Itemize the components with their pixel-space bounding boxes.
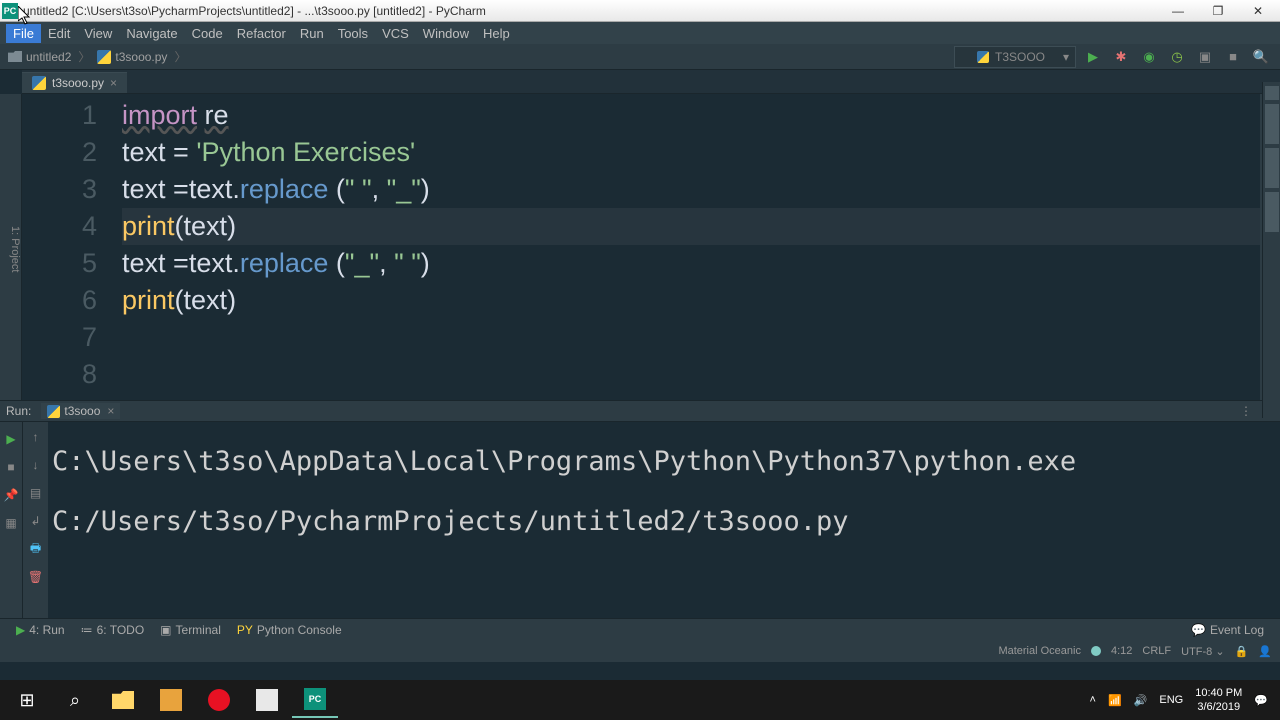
pycharm-icon[interactable]: PC [292, 682, 338, 718]
menu-view[interactable]: View [77, 24, 119, 43]
theme-indicator [1091, 646, 1101, 656]
bottom-tool-bar: ▶4: Run ≔6: TODO ▣Terminal PYPython Cons… [0, 618, 1280, 640]
debug-button[interactable]: ✱ [1110, 46, 1132, 68]
line-separator[interactable]: CRLF [1142, 645, 1171, 657]
run-toolbar-2: ↑ ↓ ▤ ↲ 🖶 🗑 [22, 422, 48, 618]
down-icon[interactable]: ↓ [27, 456, 45, 474]
profile-button[interactable]: ◷ [1166, 46, 1188, 68]
up-icon[interactable]: ↑ [27, 428, 45, 446]
volume-icon[interactable]: 🔊 [1134, 694, 1148, 707]
sublime-icon[interactable] [148, 682, 194, 718]
tray-chevron-icon[interactable]: ˄ [1090, 694, 1096, 706]
bottom-python-console[interactable]: PYPython Console [229, 623, 350, 637]
menu-bar: File Edit View Navigate Code Refactor Ru… [0, 22, 1280, 44]
python-file-icon [97, 50, 111, 64]
breadcrumb-project[interactable]: untitled2 [26, 50, 71, 64]
code-editor[interactable]: 12345678 import retext = 'Python Exercis… [22, 94, 1280, 400]
python-icon [47, 405, 60, 418]
window-title: untitled2 [C:\Users\t3so\PycharmProjects… [23, 4, 1158, 18]
opera-icon[interactable] [196, 682, 242, 718]
right-tool-stripe [1262, 82, 1280, 418]
theme-name[interactable]: Material Oceanic [998, 645, 1081, 657]
run-config-name: T3SOOO [995, 50, 1045, 64]
chevron-icon: 〉 [78, 48, 90, 65]
coverage-button[interactable]: ◉ [1138, 46, 1160, 68]
editor-tabs: t3sooo.py × [22, 70, 1280, 94]
file-encoding[interactable]: UTF-8 ⌄ [1181, 645, 1224, 658]
run-tool-header: Run: t3sooo × ⋮ — [0, 400, 1280, 422]
layout-button[interactable]: ▦ [2, 514, 20, 532]
editor-tab[interactable]: t3sooo.py × [22, 72, 127, 93]
title-bar: PC untitled2 [C:\Users\t3so\PycharmProje… [0, 0, 1280, 22]
tool-icon[interactable] [1265, 192, 1279, 232]
bottom-todo[interactable]: ≔6: TODO [73, 623, 153, 637]
project-tool-stripe[interactable]: 1: Project [0, 94, 22, 400]
tab-close-icon[interactable]: × [110, 76, 117, 90]
navigation-bar: untitled2 〉 t3sooo.py 〉 T3SOOO ▶ ✱ ◉ ◷ ▣… [0, 44, 1280, 70]
python-icon [977, 51, 989, 63]
event-log[interactable]: 💬Event Log [1183, 623, 1272, 637]
menu-file[interactable]: File [6, 24, 41, 43]
menu-navigate[interactable]: Navigate [119, 24, 184, 43]
tool-icon[interactable] [1265, 148, 1279, 188]
rerun-button[interactable]: ▶ [2, 430, 20, 448]
tool-icon[interactable] [1265, 104, 1279, 144]
run-toolbar-left: ▶ ■ 📌 ▦ [0, 422, 22, 618]
wifi-icon[interactable]: 📶 [1108, 694, 1122, 707]
breadcrumb-file[interactable]: t3sooo.py [115, 50, 167, 64]
menu-edit[interactable]: Edit [41, 24, 77, 43]
notifications-icon[interactable]: 💬 [1254, 694, 1268, 707]
python-file-icon [32, 76, 46, 90]
pin-button[interactable]: 📌 [2, 486, 20, 504]
close-button[interactable]: ✕ [1238, 4, 1278, 18]
console-output[interactable]: C:\Users\t3so\AppData\Local\Programs\Pyt… [48, 422, 1280, 618]
stop-button[interactable]: ■ [2, 458, 20, 476]
file-explorer-icon[interactable] [100, 682, 146, 718]
tool-icon[interactable] [1265, 86, 1279, 100]
menu-window[interactable]: Window [416, 24, 476, 43]
run-label: Run: [6, 404, 31, 418]
menu-help[interactable]: Help [476, 24, 517, 43]
line-gutter: 12345678 [22, 94, 122, 400]
menu-tools[interactable]: Tools [331, 24, 375, 43]
system-tray[interactable]: ˄ 📶 🔊 ENG 10:40 PM3/6/2019 💬 [1090, 686, 1276, 714]
folder-icon [8, 51, 22, 62]
status-bar: Material Oceanic 4:12 CRLF UTF-8 ⌄ 🔒 👤 [0, 640, 1280, 662]
windows-taskbar: ⊞ ⌕ PC ˄ 📶 🔊 ENG 10:40 PM3/6/2019 💬 [0, 680, 1280, 720]
clear-button[interactable]: 🗑 [27, 568, 45, 586]
print-button[interactable]: 🖶 [27, 540, 45, 558]
breadcrumb: untitled2 〉 t3sooo.py 〉 [8, 48, 189, 65]
run-tab[interactable]: t3sooo × [41, 403, 120, 419]
start-button[interactable]: ⊞ [4, 682, 50, 718]
app-icon: PC [2, 3, 18, 19]
filter-button[interactable]: ▤ [27, 484, 45, 502]
run-config-selector[interactable]: T3SOOO [954, 46, 1076, 68]
chevron-icon: 〉 [174, 48, 186, 65]
search-button[interactable]: ⌕ [52, 682, 98, 718]
code-area[interactable]: import retext = 'Python Exercises'text =… [122, 94, 1260, 400]
tab-close-icon[interactable]: × [107, 404, 114, 418]
menu-vcs[interactable]: VCS [375, 24, 416, 43]
cursor-position[interactable]: 4:12 [1111, 645, 1132, 657]
menu-code[interactable]: Code [185, 24, 230, 43]
run-settings-icon[interactable]: ⋮ [1240, 404, 1252, 418]
clock[interactable]: 10:40 PM3/6/2019 [1195, 686, 1242, 714]
run-button[interactable]: ▶ [1082, 46, 1104, 68]
maximize-button[interactable]: ❐ [1198, 4, 1238, 18]
language-indicator[interactable]: ENG [1159, 694, 1183, 706]
wrap-button[interactable]: ↲ [27, 512, 45, 530]
inspection-icon[interactable]: 👤 [1258, 645, 1272, 658]
lock-icon[interactable]: 🔒 [1235, 645, 1249, 658]
bottom-terminal[interactable]: ▣Terminal [152, 623, 229, 637]
bottom-run[interactable]: ▶4: Run [8, 623, 73, 637]
run-tab-label: t3sooo [64, 404, 100, 418]
notes-icon[interactable] [244, 682, 290, 718]
attach-button[interactable]: ▣ [1194, 46, 1216, 68]
menu-run[interactable]: Run [293, 24, 331, 43]
menu-refactor[interactable]: Refactor [230, 24, 293, 43]
stop-button[interactable]: ■ [1222, 46, 1244, 68]
search-button[interactable]: 🔍 [1250, 46, 1272, 68]
minimize-button[interactable]: — [1158, 4, 1198, 18]
tab-label: t3sooo.py [52, 76, 104, 90]
